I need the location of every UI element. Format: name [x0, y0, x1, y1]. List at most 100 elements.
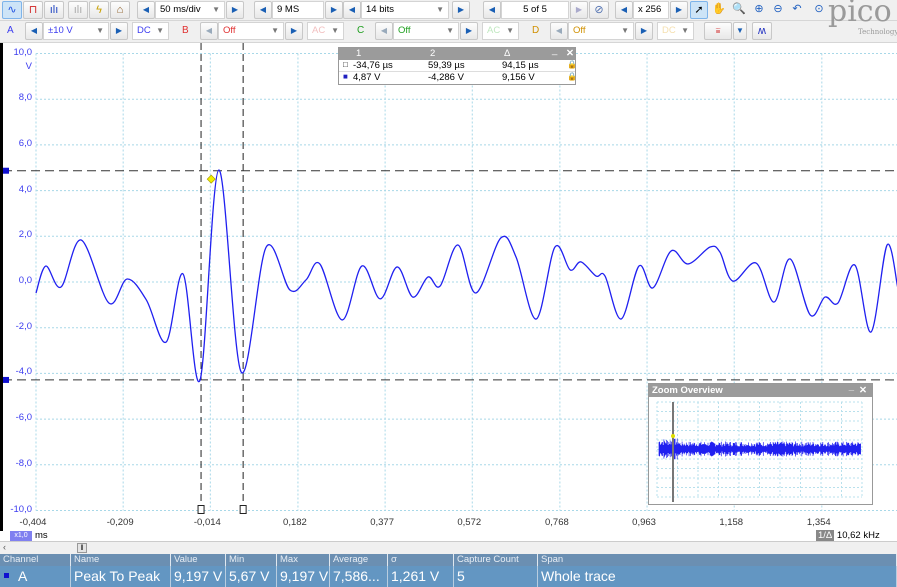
zoom-area-icon[interactable]: 🔍 — [730, 1, 748, 19]
zoom-out-icon[interactable]: ⊖ — [769, 1, 787, 19]
chevron-down-icon: ▼ — [681, 26, 689, 35]
resolution-value: 14 bits — [366, 4, 394, 15]
channel-b-range-select[interactable]: Off ▼ — [218, 22, 284, 40]
buffer-field[interactable]: 5 of 5 — [501, 1, 569, 19]
persistence-mode-icon[interactable]: ⊓ — [23, 1, 43, 19]
freq-value: 10,62 kHz — [836, 530, 880, 541]
channel-c-range-prev[interactable]: ◀ — [375, 22, 393, 40]
column-header[interactable]: Capture Count — [454, 554, 538, 566]
channel-c-range-select[interactable]: Off ▼ — [393, 22, 459, 40]
column-header[interactable]: Channel — [0, 554, 71, 566]
channel-a-coupling-select[interactable]: DC ▼ — [132, 22, 169, 40]
spectrum-mode-icon[interactable]: ılı — [44, 1, 64, 19]
column-header[interactable]: Span — [538, 554, 897, 566]
table-cell: 5 — [454, 566, 538, 587]
overview-trigger-marker — [671, 434, 675, 438]
buffer-navigator-icon[interactable]: ⊘ — [589, 1, 609, 19]
trigger-settings-icon[interactable]: ⩸ — [704, 22, 732, 40]
channel-d-range-next[interactable]: ▶ — [635, 22, 653, 40]
zoom-factor-value: x 256 — [638, 4, 662, 15]
timebase-select[interactable]: 50 ms/div ▼ — [155, 1, 225, 19]
ruler-voltage-1: 4,87 V — [353, 72, 381, 83]
buffer-prev-button[interactable]: ◀ — [483, 1, 501, 19]
buffer-next-button[interactable]: ▶ — [570, 1, 588, 19]
samples-next-button[interactable]: ▶ — [325, 1, 343, 19]
resolution-next-button[interactable]: ▶ — [452, 1, 470, 19]
close-icon[interactable]: ✕ — [563, 48, 574, 59]
channel-a-range-select[interactable]: ±10 V ▼ — [43, 22, 109, 40]
signal-generator-icon[interactable]: ʍ — [752, 22, 772, 40]
resolution-select[interactable]: 14 bits ▼ — [361, 1, 449, 19]
time-ruler-icon: □ — [343, 60, 348, 69]
channel-a-button[interactable]: A — [2, 22, 22, 40]
channel-c-range-next[interactable]: ▶ — [460, 22, 478, 40]
trigger-marker[interactable] — [206, 174, 216, 184]
table-cell: Peak To Peak — [71, 566, 171, 587]
ruler-col-1: 1 — [356, 48, 362, 59]
spectrum-persist-icon[interactable]: ılı — [68, 1, 88, 19]
zoom-factor-field[interactable]: x 256 — [633, 1, 669, 19]
timebase-prev-button[interactable]: ◀ — [137, 1, 155, 19]
ruler-legend[interactable]: 1 2 Δ _ ✕ □ -34,76 µs 59,39 µs 94,15 µs … — [338, 45, 577, 85]
lock-icon[interactable]: 🔒 — [564, 72, 577, 81]
chevron-down-icon: ▼ — [271, 26, 279, 35]
scroll-thumb[interactable]: ‖ — [77, 543, 87, 553]
channel-c-coupling-select[interactable]: AC ▼ — [482, 22, 519, 40]
channel-b-range-prev[interactable]: ◀ — [200, 22, 218, 40]
channel-c-button[interactable]: C — [352, 22, 372, 40]
ruler-col-2: 2 — [430, 48, 436, 59]
channel-b-range-next[interactable]: ▶ — [285, 22, 303, 40]
channel-b-coupling-select[interactable]: AC ▼ — [307, 22, 344, 40]
undo-zoom-icon[interactable]: ↶ — [788, 1, 806, 19]
trigger-dropdown-icon[interactable]: ▼ — [733, 22, 747, 40]
resolution-prev-button[interactable]: ◀ — [343, 1, 361, 19]
zoom-in-icon[interactable]: ⊕ — [750, 1, 768, 19]
home-icon[interactable]: ⌂ — [110, 1, 130, 19]
ruler-time-delta: 94,15 µs — [502, 60, 539, 71]
column-header[interactable]: Max — [277, 554, 330, 566]
time-ruler-handle — [239, 505, 247, 514]
timebase-value: 50 ms/div — [160, 4, 201, 15]
horizontal-scrollbar[interactable]: ‹ ‖ — [0, 541, 897, 554]
column-header[interactable]: Min — [226, 554, 277, 566]
channel-d-range-prev[interactable]: ◀ — [550, 22, 568, 40]
column-header[interactable]: Average — [330, 554, 388, 566]
zoom-overview-graph[interactable] — [649, 397, 872, 504]
hand-tool-icon[interactable]: ✋ — [710, 1, 728, 19]
lock-icon[interactable]: 🔒 — [564, 60, 577, 69]
samples-field[interactable]: 9 MS — [272, 1, 324, 19]
zoom-fit-icon[interactable]: ⊙ — [810, 1, 828, 19]
timebase-next-button[interactable]: ▶ — [226, 1, 244, 19]
column-header[interactable]: Value — [171, 554, 226, 566]
scroll-left-icon[interactable]: ‹ — [3, 542, 13, 554]
channel-b-range: Off — [223, 25, 236, 36]
close-icon[interactable]: ✕ — [859, 384, 867, 397]
channel-d-range-select[interactable]: Off ▼ — [568, 22, 634, 40]
samples-prev-button[interactable]: ◀ — [254, 1, 272, 19]
channel-d-button[interactable]: D — [527, 22, 547, 40]
channel-d-coupling-select[interactable]: DC ▼ — [657, 22, 694, 40]
zoom-next-button[interactable]: ▶ — [670, 1, 688, 19]
chevron-down-icon: ▼ — [446, 26, 454, 35]
chevron-down-icon: ▼ — [96, 26, 104, 35]
pointer-tool-icon[interactable]: ➚ — [690, 1, 708, 19]
minimize-icon[interactable]: _ — [849, 381, 854, 394]
zoom-overview-panel[interactable]: Zoom Overview _ ✕ — [648, 381, 873, 505]
minimize-icon[interactable]: _ — [549, 45, 557, 56]
channel-d-range: Off — [573, 25, 586, 36]
scope-mode-icon[interactable]: ∿ — [2, 1, 22, 19]
samples-value: 9 MS — [277, 4, 300, 15]
auto-setup-icon[interactable]: ϟ — [89, 1, 109, 19]
y-tick-label: 8,0 — [18, 92, 32, 104]
chevron-down-icon: ▼ — [621, 26, 629, 35]
zoom-prev-button[interactable]: ◀ — [615, 1, 633, 19]
channel-b-button[interactable]: B — [177, 22, 197, 40]
column-header[interactable]: σ — [388, 554, 454, 566]
channel-a-range-prev[interactable]: ◀ — [25, 22, 43, 40]
logo-text: pico — [828, 0, 892, 29]
x-scale-badge[interactable]: x1,0 — [10, 531, 32, 541]
column-header[interactable]: Name — [71, 554, 171, 566]
x-tick-label: 0,963 — [632, 517, 656, 528]
chevron-down-icon: ▼ — [506, 26, 514, 35]
channel-a-range-next[interactable]: ▶ — [110, 22, 128, 40]
